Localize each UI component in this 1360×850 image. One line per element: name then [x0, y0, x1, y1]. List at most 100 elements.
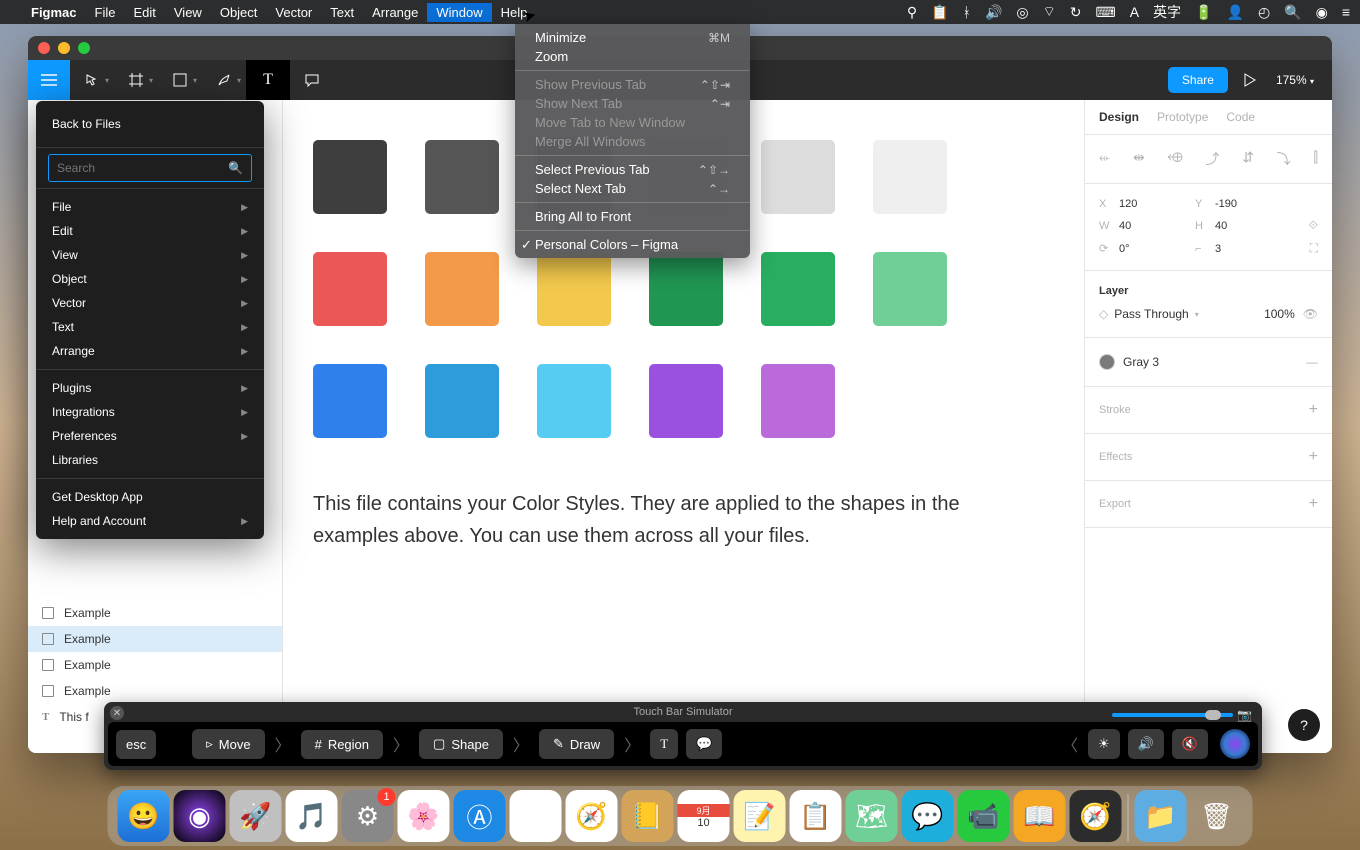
menu-select-next-tab[interactable]: Select Next Tab⌃→ — [515, 179, 750, 198]
frame-tool-button[interactable]: ▾ — [114, 60, 158, 100]
chevron-left-icon[interactable]: 〈 — [1060, 732, 1080, 756]
comment-tool-button[interactable] — [290, 60, 334, 100]
color-swatch[interactable] — [537, 252, 611, 326]
x-value[interactable]: 120 — [1119, 198, 1137, 210]
y-value[interactable]: -190 — [1215, 198, 1237, 210]
menu-search[interactable]: 🔍 — [48, 154, 252, 182]
present-button[interactable] — [1236, 73, 1264, 87]
dock-mail[interactable]: ✉ — [510, 790, 562, 842]
fill-style-name[interactable]: Gray 3 — [1123, 355, 1159, 369]
align-hcenter-icon[interactable]: ⇹ — [1133, 149, 1145, 169]
search-input[interactable] — [57, 161, 228, 175]
menu-item-vector[interactable]: Vector▶ — [36, 291, 264, 315]
menu-item-edit[interactable]: Edit▶ — [36, 219, 264, 243]
dock-siri[interactable]: ◉ — [174, 790, 226, 842]
tb-mute-button[interactable]: 🔇 — [1172, 729, 1208, 759]
volume-icon[interactable]: 🔊 — [985, 4, 1002, 21]
radius-value[interactable]: 3 — [1215, 243, 1221, 255]
notifications-icon[interactable]: ≡ — [1342, 4, 1350, 20]
keyboard-icon[interactable]: ⌨ — [1096, 4, 1116, 21]
menu-select-prev-tab[interactable]: Select Previous Tab⌃⇧→ — [515, 160, 750, 179]
wifi-icon[interactable]: ⌔ — [1043, 3, 1056, 21]
menubar-edit[interactable]: Edit — [124, 5, 164, 20]
brightness-slider[interactable] — [1112, 713, 1233, 717]
layer-row[interactable]: Example — [28, 626, 282, 652]
battery-icon[interactable]: 🔋 — [1195, 4, 1212, 21]
dock-music[interactable]: 🎵 — [286, 790, 338, 842]
pen-tool-button[interactable]: ▾ — [202, 60, 246, 100]
menu-zoom[interactable]: Zoom — [515, 47, 750, 66]
dock-contacts[interactable]: 📒 — [622, 790, 674, 842]
menubar-vector[interactable]: Vector — [266, 5, 321, 20]
fill-color-chip[interactable] — [1099, 354, 1115, 370]
menu-window-personal-colors[interactable]: ✓Personal Colors – Figma — [515, 235, 750, 254]
help-button[interactable]: ? — [1288, 709, 1320, 741]
color-swatch[interactable] — [313, 252, 387, 326]
layer-row[interactable]: Example — [28, 678, 282, 704]
menu-item-libraries[interactable]: Libraries — [36, 448, 264, 472]
menu-item-preferences[interactable]: Preferences▶ — [36, 424, 264, 448]
w-value[interactable]: 40 — [1119, 220, 1131, 232]
color-swatch[interactable] — [649, 252, 723, 326]
dock-calendar[interactable]: 9月10 — [678, 790, 730, 842]
menu-item-help-and-account[interactable]: Help and Account▶ — [36, 509, 264, 533]
tb-draw-button[interactable]: ✎Draw — [539, 729, 614, 759]
add-stroke-button[interactable]: + — [1309, 401, 1318, 419]
add-export-button[interactable]: + — [1309, 495, 1318, 513]
attachment-icon[interactable]: ⚲ — [907, 4, 917, 21]
opacity-value[interactable]: 100% — [1264, 307, 1295, 321]
align-right-icon[interactable]: ⬲ — [1167, 149, 1182, 169]
dock-launchpad[interactable]: 🚀 — [230, 790, 282, 842]
color-swatch[interactable] — [873, 252, 947, 326]
user-icon[interactable]: 👤 — [1227, 4, 1244, 21]
layer-row[interactable]: Example — [28, 652, 282, 678]
color-swatch[interactable] — [649, 364, 723, 438]
tb-region-button[interactable]: #Region — [301, 730, 383, 759]
color-swatch[interactable] — [313, 364, 387, 438]
siri-icon[interactable] — [1220, 729, 1250, 759]
align-left-icon[interactable]: ⬰ — [1099, 149, 1110, 169]
dock-photos[interactable]: 🌸 — [398, 790, 450, 842]
camera-icon[interactable]: 📷 — [1237, 708, 1252, 722]
menu-item-arrange[interactable]: Arrange▶ — [36, 339, 264, 363]
tb-comment-button[interactable]: 💬 — [686, 729, 722, 759]
tb-volume-button[interactable]: 🔊 — [1128, 729, 1164, 759]
color-swatch[interactable] — [313, 140, 387, 214]
menu-item-text[interactable]: Text▶ — [36, 315, 264, 339]
color-swatch[interactable] — [537, 364, 611, 438]
clock-icon[interactable]: ◴ — [1258, 4, 1270, 21]
text-tool-button[interactable]: T — [246, 60, 290, 100]
menubar-text[interactable]: Text — [321, 5, 363, 20]
menubar-view[interactable]: View — [165, 5, 211, 20]
dock-safari[interactable]: 🧭 — [566, 790, 618, 842]
menubar-arrange[interactable]: Arrange — [363, 5, 427, 20]
menubar-window[interactable]: Window — [427, 3, 491, 22]
share-button[interactable]: Share — [1168, 67, 1228, 93]
dock-messages[interactable]: 💬 — [902, 790, 954, 842]
h-value[interactable]: 40 — [1215, 220, 1227, 232]
align-vcenter-icon[interactable]: ⇵ — [1242, 149, 1254, 169]
constrain-icon[interactable]: ⟐ — [1309, 218, 1318, 233]
circle-icon[interactable]: ◎ — [1016, 4, 1028, 21]
main-menu-button[interactable] — [28, 60, 70, 100]
dock-trash[interactable]: 🗑 — [1191, 790, 1243, 842]
minimize-window-button[interactable] — [58, 42, 70, 54]
color-swatch[interactable] — [425, 140, 499, 214]
maximize-window-button[interactable] — [78, 42, 90, 54]
back-to-files[interactable]: Back to Files — [36, 107, 264, 141]
tb-text-button[interactable]: T — [650, 729, 678, 759]
move-tool-button[interactable]: ▾ — [70, 60, 114, 100]
menu-item-file[interactable]: File▶ — [36, 195, 264, 219]
ime-icon[interactable]: 英字 — [1153, 2, 1181, 22]
siri-icon[interactable]: ◉ — [1316, 4, 1328, 21]
align-top-icon[interactable]: ⤴ — [1206, 149, 1220, 169]
dock-reminders[interactable]: 📋 — [790, 790, 842, 842]
tb-esc-button[interactable]: esc — [116, 730, 156, 759]
dock-finder[interactable]: 😀 — [118, 790, 170, 842]
close-icon[interactable]: ✕ — [110, 706, 124, 720]
tb-move-button[interactable]: ▹Move — [192, 729, 264, 759]
dock-settings[interactable]: ⚙1 — [342, 790, 394, 842]
color-swatch[interactable] — [761, 364, 835, 438]
menu-bring-all-front[interactable]: Bring All to Front — [515, 207, 750, 226]
menu-minimize[interactable]: Minimize⌘M — [515, 28, 750, 47]
